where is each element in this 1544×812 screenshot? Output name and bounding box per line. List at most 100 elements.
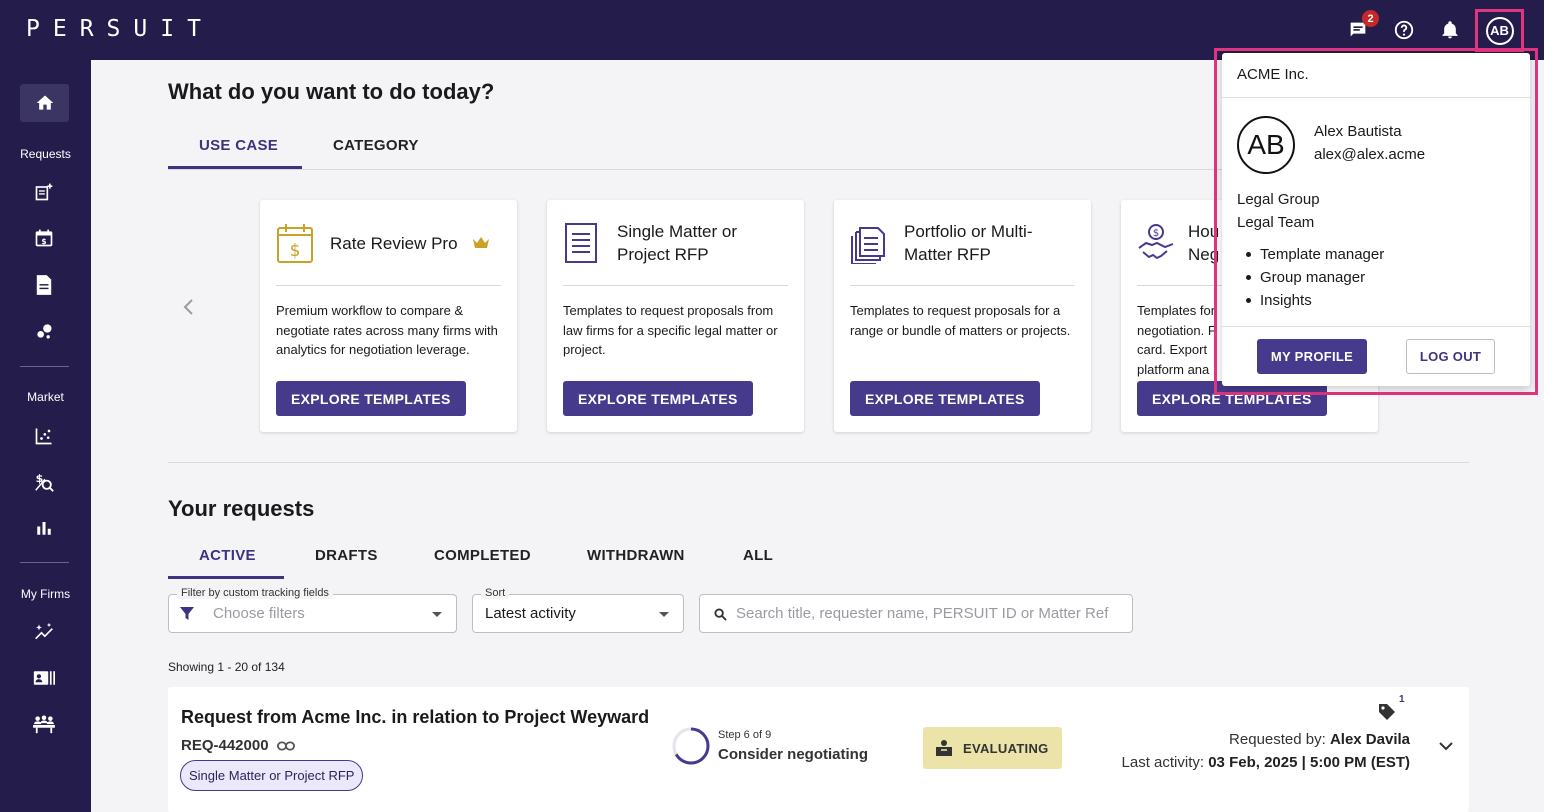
sidebar-section-requests: Requests: [20, 147, 71, 161]
sidebar-item-scatter[interactable]: [29, 421, 59, 451]
home-icon: [36, 95, 53, 110]
tab-withdrawn[interactable]: WITHDRAWN: [587, 547, 685, 564]
document-icon: [36, 275, 52, 295]
card-description: Templates to request proposals for a ran…: [850, 303, 1071, 338]
card-title: Single Matter or Project RFP: [617, 222, 737, 264]
document-icon: [565, 223, 597, 263]
tab-active-indicator: [168, 576, 284, 579]
sidebar-item-firm-insights[interactable]: [29, 617, 59, 647]
team-table-icon: [33, 715, 55, 734]
tab-active-indicator: [168, 166, 302, 169]
step-name: Consider negotiating: [718, 746, 868, 763]
notifications-bell-icon[interactable]: [1437, 17, 1463, 43]
status-badge: EVALUATING: [923, 727, 1062, 769]
profile-menu: ACME Inc. AB Alex Bautista alex@alex.acm…: [1222, 53, 1530, 386]
page-title: What do you want to do today?: [168, 79, 495, 104]
sidebar-item-documents[interactable]: [29, 270, 59, 300]
explore-templates-button[interactable]: EXPLORE TEMPLATES: [276, 381, 466, 416]
chevron-down-icon[interactable]: [1438, 740, 1454, 752]
results-count: Showing 1 - 20 of 134: [168, 660, 285, 674]
link-icon[interactable]: [276, 740, 295, 752]
calendar-dollar-icon: $: [35, 229, 53, 247]
profile-group: Legal Group: [1237, 191, 1320, 208]
filter-icon: [180, 607, 194, 620]
filter-select[interactable]: Filter by custom tracking fields Choose …: [168, 587, 457, 633]
sidebar-item-firm-panel[interactable]: [29, 710, 59, 740]
sort-select[interactable]: Sort Latest activity: [472, 587, 684, 633]
use-case-card: $ Rate Review Pro Premium workflow to co…: [260, 200, 517, 432]
status-text: EVALUATING: [963, 740, 1049, 756]
tab-category[interactable]: CATEGORY: [333, 137, 419, 154]
card-description: Templates to request proposals from law …: [563, 303, 778, 357]
card-divider: [276, 285, 501, 286]
request-title[interactable]: Request from Acme Inc. in relation to Pr…: [181, 707, 649, 728]
app-logo[interactable]: PERSUIT: [26, 16, 214, 42]
profile-role: Insights: [1237, 289, 1384, 312]
calendar-dollar-icon: $: [277, 224, 313, 263]
search-placeholder: Search title, requester name, PERSUIT ID…: [736, 605, 1109, 622]
requested-by-name: Alex Davila: [1329, 731, 1410, 748]
user-menu-button[interactable]: AB: [1475, 9, 1524, 52]
card-title: Portfolio or Multi-Matter RFP: [904, 222, 1033, 264]
request-row[interactable]: Request from Acme Inc. in relation to Pr…: [168, 687, 1469, 812]
avatar: AB: [1485, 16, 1514, 45]
search-input[interactable]: Search title, requester name, PERSUIT ID…: [699, 594, 1133, 633]
sidebar-item-new-request[interactable]: [29, 177, 59, 207]
step-counter: Step 6 of 9: [718, 729, 772, 741]
chevron-left-icon: [183, 299, 193, 315]
chevron-down-icon: [432, 612, 442, 617]
card-divider: [850, 285, 1075, 286]
sparkle-trend-icon: [35, 622, 53, 640]
carousel-prev-button[interactable]: [181, 297, 197, 322]
request-id: REQ-442000: [181, 737, 295, 754]
sidebar-item-rate-search[interactable]: $: [29, 467, 59, 497]
filter-placeholder: Choose filters: [213, 605, 305, 622]
sidebar-divider: [20, 366, 69, 367]
sidebar-section-my-firms: My Firms: [20, 587, 71, 601]
tag-count: 1: [1399, 694, 1405, 705]
card-description: Premium workflow to compare & negotiate …: [276, 303, 498, 357]
sidebar-item-calendar[interactable]: $: [29, 223, 59, 253]
filter-label: Filter by custom tracking fields: [177, 587, 333, 599]
explore-templates-button[interactable]: EXPLORE TEMPLATES: [563, 381, 753, 416]
use-case-card: Portfolio or Multi-Matter RFP Templates …: [834, 200, 1091, 432]
profile-divider: [1222, 326, 1530, 327]
search-icon: [714, 608, 727, 621]
tab-completed[interactable]: COMPLETED: [434, 547, 531, 564]
tab-use-case[interactable]: USE CASE: [199, 137, 278, 154]
tab-drafts[interactable]: DRAFTS: [315, 547, 378, 564]
tab-all[interactable]: ALL: [743, 547, 773, 564]
log-out-button[interactable]: LOG OUT: [1406, 339, 1495, 374]
request-id-text: REQ-442000: [181, 737, 269, 754]
crown-icon: [473, 237, 489, 248]
profile-name: Alex Bautista: [1314, 123, 1402, 140]
folders-icon: [851, 227, 885, 264]
card-divider: [563, 285, 788, 286]
sidebar-divider: [20, 562, 69, 563]
svg-text:$: $: [290, 241, 301, 261]
contact-card-icon: [33, 671, 55, 685]
profile-divider: [1222, 97, 1530, 98]
tab-active[interactable]: ACTIVE: [199, 547, 256, 564]
sidebar-section-market: Market: [27, 390, 64, 404]
profile-role: Group manager: [1237, 266, 1384, 289]
sidebar-item-home[interactable]: [20, 84, 69, 122]
explore-templates-button[interactable]: EXPLORE TEMPLATES: [850, 381, 1040, 416]
profile-role: Template manager: [1237, 243, 1384, 266]
profile-email: alex@alex.acme: [1314, 146, 1426, 163]
last-activity-value: 03 Feb, 2025 | 5:00 PM (EST): [1208, 754, 1410, 771]
bar-chart-icon: [37, 522, 51, 535]
my-profile-button[interactable]: MY PROFILE: [1257, 339, 1367, 374]
requests-title: Your requests: [168, 496, 315, 521]
svg-text:$: $: [41, 237, 46, 246]
sidebar: Requests $ Market $ My Firms: [0, 60, 91, 812]
sidebar-item-bar-chart[interactable]: [29, 513, 59, 543]
tag-icon[interactable]: [1378, 703, 1396, 721]
help-icon[interactable]: [1391, 17, 1417, 43]
sidebar-item-insights[interactable]: [29, 316, 59, 346]
svg-text:$: $: [1153, 228, 1159, 239]
request-meta: Requested by: Alex Davila Last activity:…: [1110, 728, 1410, 774]
sidebar-item-firm-directory[interactable]: [29, 663, 59, 693]
request-type-chip: Single Matter or Project RFP: [180, 760, 364, 791]
profile-avatar: AB: [1237, 116, 1295, 174]
